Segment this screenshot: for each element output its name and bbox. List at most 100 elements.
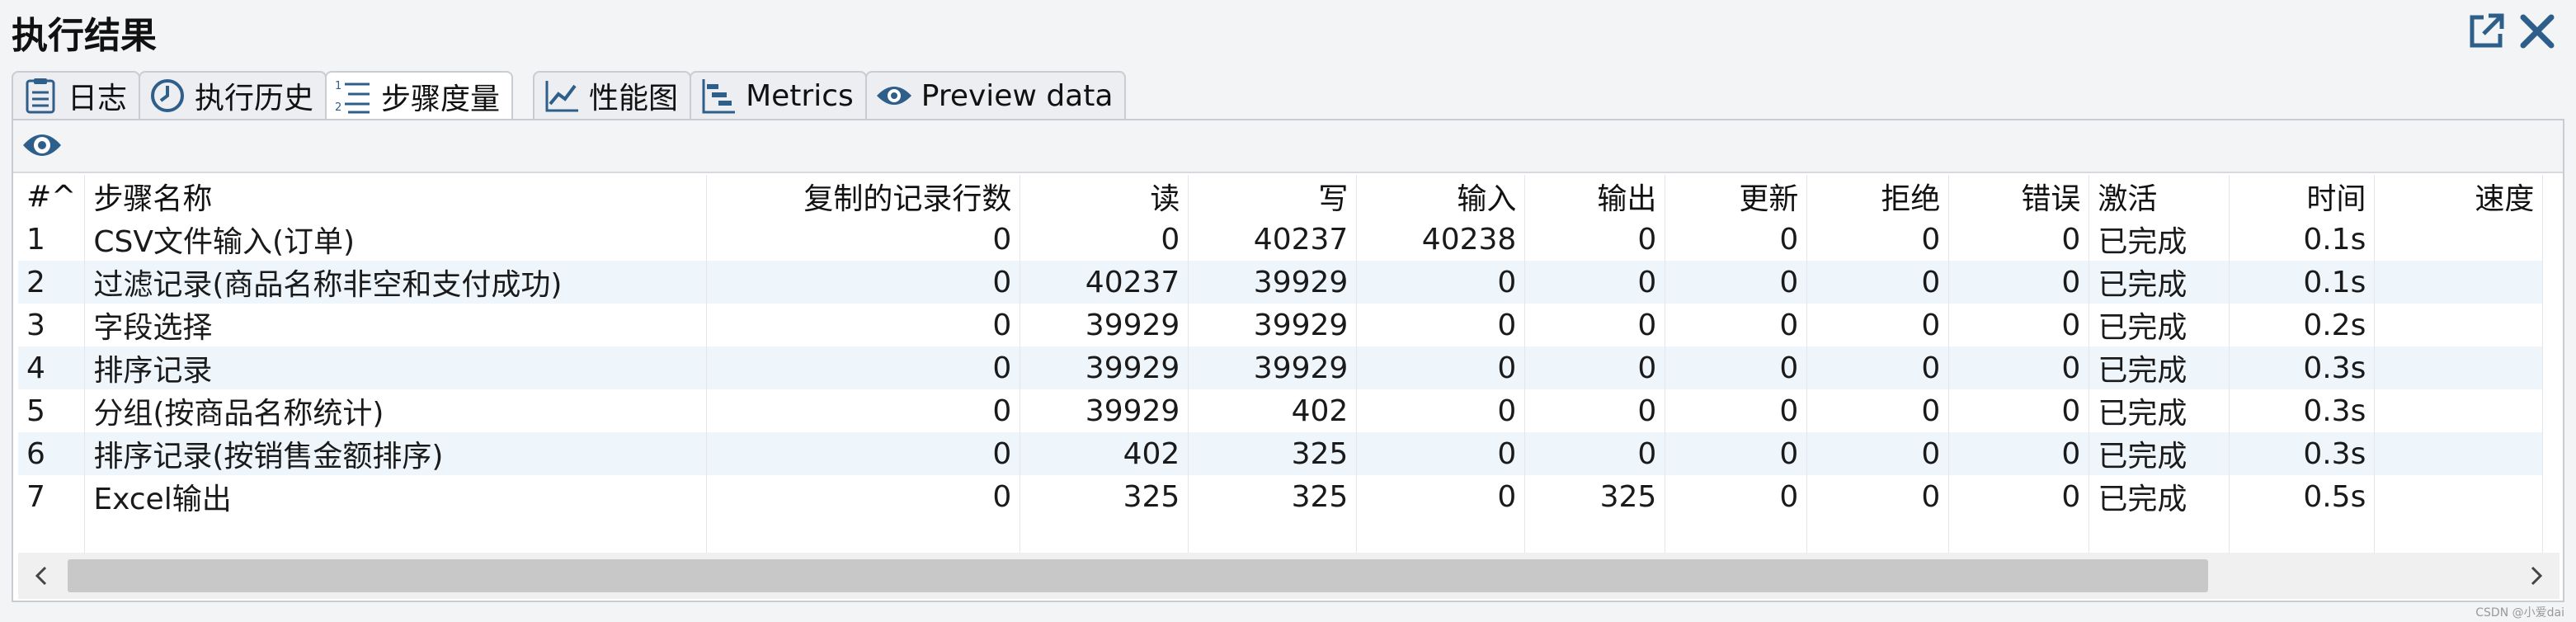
step-metrics-panel: #^ 步骤名称 复制的记录行数 读 写 输入 输出 更新 拒绝 错误 激活 时间… bbox=[12, 119, 2564, 602]
cell-row-index: 1 bbox=[18, 218, 86, 261]
popout-icon bbox=[2470, 13, 2504, 48]
table-row[interactable]: 4 排序记录 0 39929 39929 0 0 0 0 0 已完成 0.3s bbox=[18, 346, 2544, 389]
cell-read: 39929 bbox=[1020, 346, 1189, 389]
cell-rejected: 0 bbox=[1806, 475, 1950, 518]
table-row[interactable]: 7 Excel输出 0 325 325 0 325 0 0 0 已完成 0.5s bbox=[18, 475, 2544, 518]
cell-errors: 0 bbox=[1948, 389, 2090, 432]
cell-rejected: 0 bbox=[1806, 218, 1950, 261]
tab-bar: 日志 执行历史 1 2 步骤度量 性能图 Metrics Preview dat… bbox=[12, 71, 1127, 120]
tab-step-metrics[interactable]: 1 2 步骤度量 bbox=[325, 71, 514, 120]
svg-text:1: 1 bbox=[335, 80, 341, 92]
cell-copies: 0 bbox=[706, 346, 1021, 389]
cell-written: 325 bbox=[1188, 475, 1358, 518]
column-header-written[interactable]: 写 bbox=[1188, 175, 1358, 218]
column-header-speed[interactable]: 速度 bbox=[2374, 175, 2544, 218]
table-row[interactable]: 6 排序记录(按销售金额排序) 0 402 325 0 0 0 0 0 已完成 0.3s bbox=[18, 432, 2544, 475]
column-header-copies[interactable]: 复制的记录行数 bbox=[706, 175, 1021, 218]
cell-input: 0 bbox=[1356, 432, 1526, 475]
tab-preview-data[interactable]: Preview data bbox=[864, 71, 1127, 119]
cell-output: 0 bbox=[1524, 346, 1666, 389]
tab-log[interactable]: 日志 bbox=[12, 71, 141, 119]
tab-label: Metrics bbox=[746, 78, 854, 113]
tab-label: Preview data bbox=[921, 78, 1114, 113]
column-header-time[interactable]: 时间 bbox=[2229, 175, 2376, 218]
column-header-errors[interactable]: 错误 bbox=[1948, 175, 2090, 218]
cell-row-index: 4 bbox=[18, 346, 86, 389]
cell-step-name: 分组(按商品名称统计) bbox=[84, 389, 708, 432]
cell-read: 0 bbox=[1020, 218, 1189, 261]
cell-row-index: 2 bbox=[18, 261, 86, 304]
tab-performance-graph[interactable]: 性能图 bbox=[533, 71, 692, 119]
cell-read: 402 bbox=[1020, 432, 1189, 475]
cell-row-index: 5 bbox=[18, 389, 86, 432]
column-header-step-name[interactable]: 步骤名称 bbox=[84, 175, 708, 218]
cell-copies: 0 bbox=[706, 389, 1021, 432]
cell-errors: 0 bbox=[1948, 432, 2090, 475]
cell-updated: 0 bbox=[1665, 432, 1808, 475]
empty-cell bbox=[1356, 518, 1526, 553]
tab-metrics[interactable]: Metrics bbox=[690, 71, 867, 119]
cell-input: 0 bbox=[1356, 304, 1526, 346]
tab-label: 执行历史 bbox=[195, 82, 314, 115]
table-header-row: #^ 步骤名称 复制的记录行数 读 写 输入 输出 更新 拒绝 错误 激活 时间… bbox=[18, 175, 2544, 218]
cell-output: 0 bbox=[1524, 432, 1666, 475]
scrollbar-thumb[interactable] bbox=[68, 559, 2208, 592]
column-header-input[interactable]: 输入 bbox=[1356, 175, 1526, 218]
scroll-left-button[interactable] bbox=[18, 553, 64, 599]
empty-cell bbox=[1188, 518, 1358, 553]
cell-written: 40237 bbox=[1188, 218, 1358, 261]
cell-rejected: 0 bbox=[1806, 304, 1950, 346]
gantt-icon bbox=[699, 77, 737, 115]
cell-errors: 0 bbox=[1948, 346, 2090, 389]
cell-rejected: 0 bbox=[1806, 389, 1950, 432]
cell-copies: 0 bbox=[706, 304, 1021, 346]
cell-step-name: 字段选择 bbox=[84, 304, 708, 346]
empty-cell bbox=[1948, 518, 2090, 553]
cell-written: 39929 bbox=[1188, 304, 1358, 346]
cell-errors: 0 bbox=[1948, 475, 2090, 518]
column-header-rejected[interactable]: 拒绝 bbox=[1806, 175, 1950, 218]
cell-input: 0 bbox=[1356, 475, 1526, 518]
cell-speed bbox=[2374, 218, 2544, 261]
tab-label: 日志 bbox=[68, 82, 128, 115]
show-hide-button[interactable] bbox=[21, 129, 63, 165]
scroll-right-button[interactable] bbox=[2513, 553, 2560, 599]
table-row[interactable]: 3 字段选择 0 39929 39929 0 0 0 0 0 已完成 0.2s bbox=[18, 304, 2544, 346]
cell-written: 402 bbox=[1188, 389, 1358, 432]
column-header-updated[interactable]: 更新 bbox=[1665, 175, 1808, 218]
cell-updated: 0 bbox=[1665, 346, 1808, 389]
cell-errors: 0 bbox=[1948, 261, 2090, 304]
cell-copies: 0 bbox=[706, 261, 1021, 304]
horizontal-scrollbar[interactable] bbox=[18, 553, 2560, 599]
eye-icon bbox=[875, 77, 913, 115]
cell-rejected: 0 bbox=[1806, 261, 1950, 304]
clock-icon bbox=[148, 77, 186, 115]
cell-active-status: 已完成 bbox=[2089, 346, 2230, 389]
column-header-read[interactable]: 读 bbox=[1020, 175, 1189, 218]
cell-step-name: 排序记录 bbox=[84, 346, 708, 389]
empty-cell bbox=[706, 518, 1021, 553]
detach-button[interactable] bbox=[2463, 8, 2509, 54]
cell-time: 0.1s bbox=[2229, 218, 2376, 261]
column-header-output[interactable]: 输出 bbox=[1524, 175, 1666, 218]
tab-execution-history[interactable]: 执行历史 bbox=[139, 71, 327, 119]
cell-input: 0 bbox=[1356, 389, 1526, 432]
log-icon bbox=[21, 77, 59, 115]
table-row[interactable]: 1 CSV文件输入(订单) 0 0 40237 40238 0 0 0 0 已完成 0.1s bbox=[18, 218, 2544, 261]
chevron-right-icon bbox=[2531, 566, 2543, 586]
empty-cell bbox=[84, 518, 708, 553]
empty-row bbox=[18, 518, 2544, 553]
window-title: 执行结果 bbox=[12, 15, 157, 57]
cell-time: 0.3s bbox=[2229, 432, 2376, 475]
close-button[interactable] bbox=[2514, 8, 2560, 54]
cell-active-status: 已完成 bbox=[2089, 261, 2230, 304]
cell-row-index: 6 bbox=[18, 432, 86, 475]
cell-errors: 0 bbox=[1948, 218, 2090, 261]
table-row[interactable]: 2 过滤记录(商品名称非空和支付成功) 0 40237 39929 0 0 0 0 0 已完成 0.1… bbox=[18, 261, 2544, 304]
cell-output: 325 bbox=[1524, 475, 1666, 518]
table-row[interactable]: 5 分组(按商品名称统计) 0 39929 402 0 0 0 0 0 已完成 0.3s bbox=[18, 389, 2544, 432]
cell-written: 325 bbox=[1188, 432, 1358, 475]
close-icon bbox=[2520, 14, 2555, 49]
column-header-active[interactable]: 激活 bbox=[2089, 175, 2230, 218]
column-header-index[interactable]: #^ bbox=[18, 175, 86, 218]
